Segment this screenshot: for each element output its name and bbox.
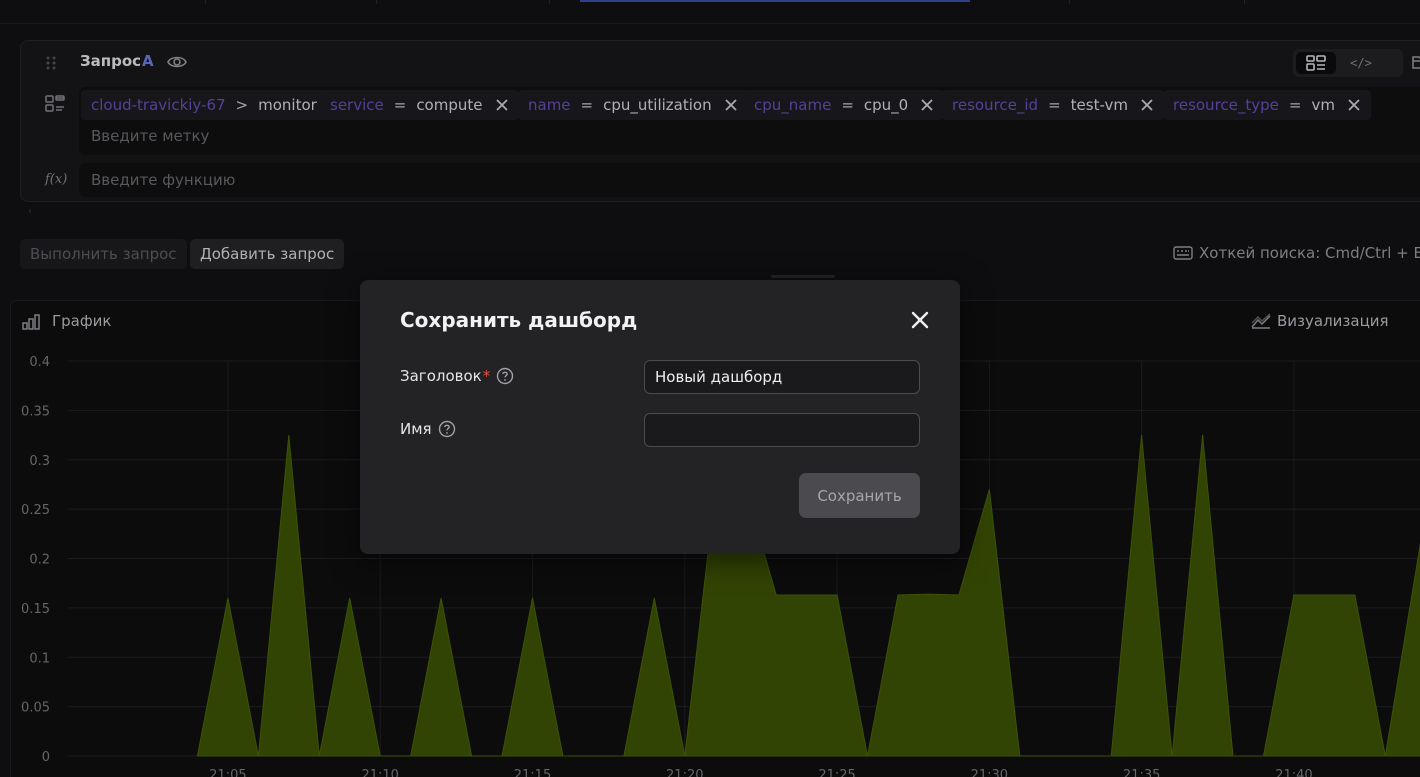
title-label-text: Заголовок bbox=[400, 367, 482, 385]
title-field-label: Заголовок * bbox=[400, 367, 514, 385]
dialog-title: Сохранить дашборд bbox=[400, 308, 638, 332]
name-field-label: Имя bbox=[400, 420, 456, 438]
save-button[interactable]: Сохранить bbox=[799, 473, 920, 518]
title-input[interactable] bbox=[644, 360, 920, 394]
name-label-text: Имя bbox=[400, 420, 432, 438]
help-icon[interactable] bbox=[438, 420, 456, 438]
close-icon[interactable] bbox=[909, 309, 931, 331]
required-mark: * bbox=[482, 367, 491, 385]
save-dashboard-dialog: Сохранить дашборд Заголовок * Имя Сохран… bbox=[360, 280, 960, 554]
name-input[interactable] bbox=[644, 413, 920, 447]
help-icon[interactable] bbox=[496, 367, 514, 385]
